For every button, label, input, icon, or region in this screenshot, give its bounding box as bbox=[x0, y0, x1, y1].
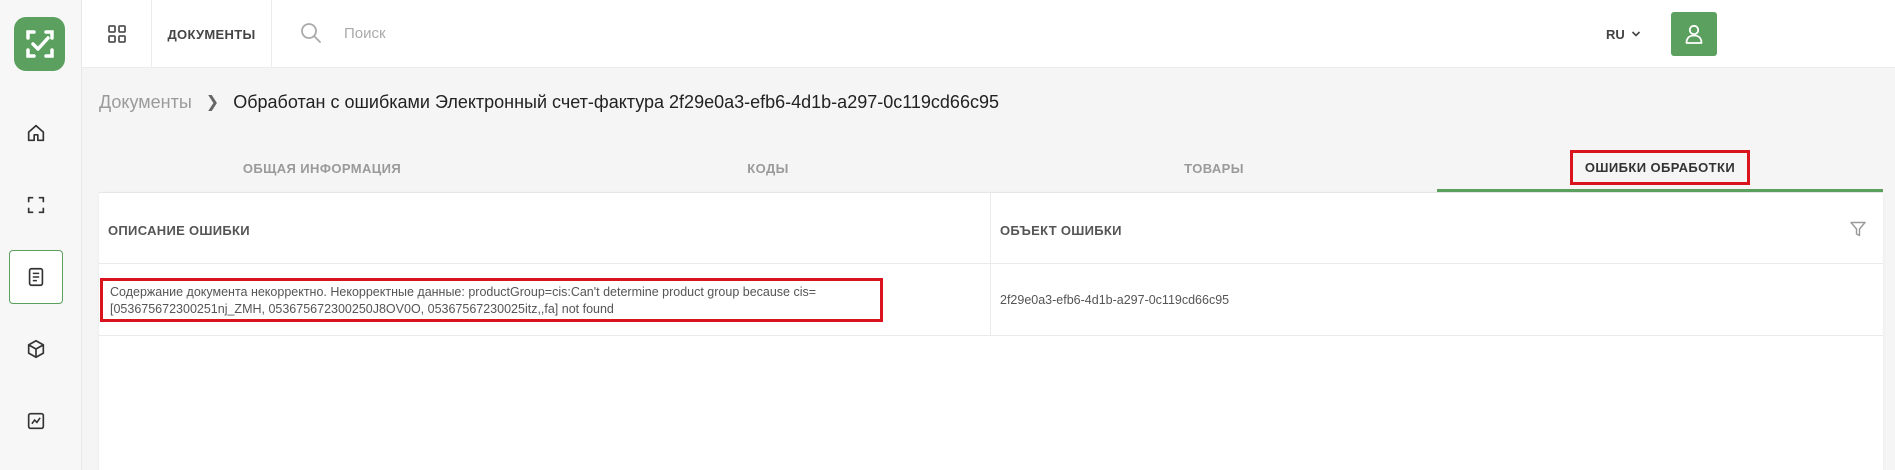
sidebar-item-home[interactable] bbox=[9, 106, 63, 160]
sidebar-item-products[interactable] bbox=[9, 322, 63, 376]
tab-label: ОБЩАЯ ИНФОРМАЦИЯ bbox=[242, 161, 402, 176]
chevron-down-icon bbox=[1631, 31, 1640, 37]
tab-label: КОДЫ bbox=[747, 161, 789, 176]
scan-icon bbox=[27, 196, 45, 214]
search-icon bbox=[301, 23, 321, 43]
apps-menu-button[interactable] bbox=[82, 0, 152, 68]
tab-processing-errors[interactable]: ОШИБКИ ОБРАБОТКИ bbox=[1437, 145, 1883, 192]
page-title: Обработан с ошибками Электронный счет-фа… bbox=[233, 91, 999, 112]
search-input[interactable] bbox=[344, 20, 744, 46]
app-logo[interactable] bbox=[14, 17, 65, 71]
grid-icon bbox=[107, 25, 126, 43]
tab-codes[interactable]: КОДЫ bbox=[545, 145, 991, 192]
user-avatar[interactable] bbox=[1671, 12, 1717, 56]
tab-label: ТОВАРЫ bbox=[1184, 161, 1244, 176]
language-label: RU bbox=[1606, 26, 1625, 42]
sidebar bbox=[0, 0, 82, 470]
sidebar-item-documents[interactable] bbox=[9, 250, 63, 304]
tab-goods[interactable]: ТОВАРЫ bbox=[991, 145, 1437, 192]
sidebar-item-reports[interactable] bbox=[9, 394, 63, 448]
breadcrumb-root-link[interactable]: Документы bbox=[99, 92, 192, 113]
document-icon bbox=[28, 267, 44, 287]
header-divider bbox=[99, 263, 1883, 264]
breadcrumb: Документы ❯ Обработан с ошибками Электро… bbox=[99, 90, 999, 114]
current-section-label: ДОКУМЕНТЫ bbox=[152, 0, 272, 68]
chart-icon bbox=[27, 412, 45, 430]
tab-label: ОШИБКИ ОБРАБОТКИ bbox=[1569, 149, 1751, 185]
checkmark-logo-icon bbox=[25, 30, 54, 58]
tab-general-info[interactable]: ОБЩАЯ ИНФОРМАЦИЯ bbox=[99, 145, 545, 192]
language-selector[interactable]: RU bbox=[1606, 22, 1641, 46]
errors-table: ОПИСАНИЕ ОШИБКИ ОБЪЕКТ ОШИБКИ Содержание… bbox=[99, 192, 1883, 470]
cube-icon bbox=[27, 339, 45, 359]
column-header-error-description: ОПИСАНИЕ ОШИБКИ bbox=[108, 223, 250, 238]
column-divider bbox=[990, 193, 991, 336]
home-icon bbox=[27, 124, 45, 142]
top-header: ДОКУМЕНТЫ RU bbox=[82, 0, 1895, 68]
document-tabs: ОБЩАЯ ИНФОРМАЦИЯ КОДЫ ТОВАРЫ ОШИБКИ ОБРА… bbox=[99, 145, 1883, 192]
user-icon bbox=[1685, 24, 1703, 44]
breadcrumb-separator-icon: ❯ bbox=[205, 94, 220, 111]
table-row-error-description: Содержание документа некорректно. Некорр… bbox=[100, 278, 883, 322]
column-header-error-object: ОБЪЕКТ ОШИБКИ bbox=[1000, 223, 1122, 238]
table-row-error-object: 2f29e0a3-efb6-4d1b-a297-0c119cd66c95 bbox=[1000, 293, 1230, 307]
filter-icon[interactable] bbox=[1849, 220, 1867, 238]
sidebar-item-scan[interactable] bbox=[9, 178, 63, 232]
row-divider bbox=[99, 335, 1883, 336]
